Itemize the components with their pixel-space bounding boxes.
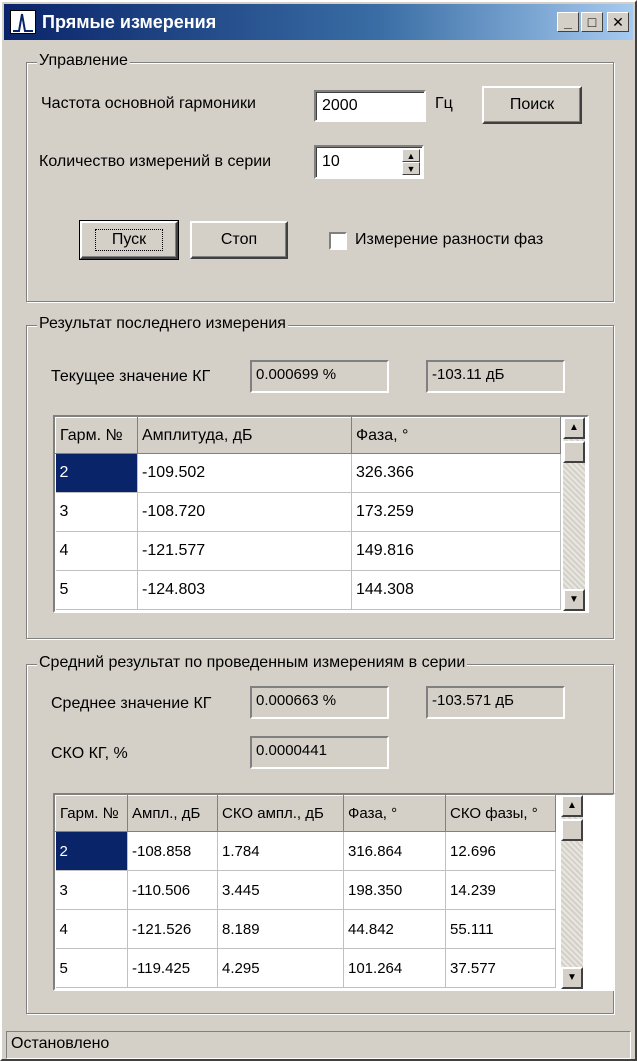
- phase-difference-checkbox[interactable]: [329, 232, 347, 250]
- table-cell[interactable]: -121.577: [137, 531, 352, 571]
- last-harmonics-table[interactable]: Гарм. № Амплитуда, дБ Фаза, ° 2 -109.502…: [53, 415, 589, 613]
- current-kg-percent: 0.000699 %: [250, 360, 389, 393]
- table-row[interactable]: 5 -124.803 144.308: [55, 570, 561, 610]
- search-button[interactable]: Поиск: [482, 86, 582, 124]
- title-bar[interactable]: Прямые измерения _ □ ✕: [4, 4, 633, 40]
- table-cell[interactable]: -108.858: [127, 831, 218, 871]
- window-title: Прямые измерения: [42, 12, 217, 32]
- table-cell[interactable]: 12.696: [445, 831, 556, 871]
- last-measurement-legend: Результат последнего измерения: [37, 315, 288, 333]
- table-cell[interactable]: 4: [55, 909, 128, 949]
- series-count-label: Количество измерений в серии: [39, 153, 272, 170]
- scroll-up-icon[interactable]: ▲: [563, 417, 585, 439]
- column-header[interactable]: Фаза, °: [343, 795, 446, 832]
- status-text: Остановлено: [11, 1035, 110, 1052]
- spin-down-icon[interactable]: ▼: [402, 162, 420, 175]
- scroll-up-icon[interactable]: ▲: [561, 795, 583, 817]
- table-cell[interactable]: -109.502: [137, 453, 352, 493]
- sko-kg-label: СКО КГ, %: [51, 745, 128, 762]
- table-cell[interactable]: 316.864: [343, 831, 446, 871]
- table-cell[interactable]: 3: [55, 870, 128, 910]
- table-cell[interactable]: 14.239: [445, 870, 556, 910]
- phase-difference-label: Измерение разности фаз: [355, 231, 544, 248]
- table-cell[interactable]: 44.842: [343, 909, 446, 949]
- column-header[interactable]: СКО ампл., дБ: [217, 795, 344, 832]
- table-cell[interactable]: 5: [55, 570, 138, 610]
- table-row[interactable]: 2 -109.502 326.366: [55, 453, 561, 493]
- last-measurement-group: Результат последнего измерения Текущее з…: [26, 315, 614, 639]
- table-cell[interactable]: 8.189: [217, 909, 344, 949]
- control-group: Управление Частота основной гармоники Гц…: [26, 52, 614, 302]
- table-cell[interactable]: 198.350: [343, 870, 446, 910]
- table-cell[interactable]: -124.803: [137, 570, 352, 610]
- table-cell[interactable]: 2: [55, 453, 138, 493]
- table-row[interactable]: 4 -121.577 149.816: [55, 531, 561, 571]
- spin-up-icon[interactable]: ▲: [402, 149, 420, 162]
- table-cell[interactable]: 101.264: [343, 948, 446, 988]
- table-cell[interactable]: 149.816: [351, 531, 561, 571]
- table-cell[interactable]: 2: [55, 831, 128, 871]
- column-header[interactable]: Гарм. №: [55, 795, 128, 832]
- table-row[interactable]: 3 -108.720 173.259: [55, 492, 561, 532]
- start-button[interactable]: Пуск: [79, 220, 179, 260]
- last-table-scrollbar[interactable]: ▲ ▼: [563, 417, 585, 611]
- column-header[interactable]: Гарм. №: [55, 417, 138, 454]
- start-button-label: Пуск: [94, 229, 164, 251]
- table-row[interactable]: 3 -110.506 3.445 198.350 14.239: [55, 870, 556, 910]
- minimize-button[interactable]: _: [557, 12, 579, 32]
- average-table-scrollbar[interactable]: ▲ ▼: [561, 795, 583, 989]
- column-header[interactable]: Ампл., дБ: [127, 795, 218, 832]
- table-header-row: Гарм. № Ампл., дБ СКО ампл., дБ Фаза, ° …: [55, 795, 556, 832]
- table-header-row: Гарм. № Амплитуда, дБ Фаза, °: [55, 417, 561, 454]
- scroll-thumb[interactable]: [561, 819, 583, 841]
- status-bar: Остановлено: [6, 1031, 631, 1059]
- main-window: Прямые измерения _ □ ✕ Управление Частот…: [0, 0, 637, 1061]
- close-button[interactable]: ✕: [607, 12, 629, 32]
- current-kg-label: Текущее значение КГ: [51, 368, 211, 385]
- average-kg-db: -103.571 дБ: [426, 686, 565, 719]
- current-kg-db: -103.11 дБ: [426, 360, 565, 393]
- table-cell[interactable]: -119.425: [127, 948, 218, 988]
- app-logo-icon: [10, 10, 36, 34]
- sko-kg-value: 0.0000441: [250, 736, 389, 769]
- table-cell[interactable]: -110.506: [127, 870, 218, 910]
- frequency-unit: Гц: [435, 95, 453, 112]
- table-cell[interactable]: -108.720: [137, 492, 352, 532]
- table-cell[interactable]: 55.111: [445, 909, 556, 949]
- average-result-group: Средний результат по проведенным измерен…: [26, 654, 615, 1014]
- table-row[interactable]: 2 -108.858 1.784 316.864 12.696: [55, 831, 556, 871]
- table-cell[interactable]: 3: [55, 492, 138, 532]
- scroll-down-icon[interactable]: ▼: [561, 967, 583, 989]
- table-cell[interactable]: 4.295: [217, 948, 344, 988]
- table-cell[interactable]: 173.259: [351, 492, 561, 532]
- maximize-button[interactable]: □: [581, 12, 603, 32]
- column-header[interactable]: Амплитуда, дБ: [137, 417, 352, 454]
- average-result-legend: Средний результат по проведенным измерен…: [37, 654, 468, 672]
- table-cell[interactable]: 326.366: [351, 453, 561, 493]
- table-cell[interactable]: 4: [55, 531, 138, 571]
- column-header[interactable]: СКО фазы, °: [445, 795, 556, 832]
- table-cell[interactable]: -121.526: [127, 909, 218, 949]
- table-cell[interactable]: 1.784: [217, 831, 344, 871]
- scroll-thumb[interactable]: [563, 441, 585, 463]
- stop-button[interactable]: Стоп: [190, 221, 288, 259]
- average-kg-label: Среднее значение КГ: [51, 695, 212, 712]
- table-row[interactable]: 5 -119.425 4.295 101.264 37.577: [55, 948, 556, 988]
- average-harmonics-table[interactable]: Гарм. № Ампл., дБ СКО ампл., дБ Фаза, ° …: [53, 793, 615, 991]
- average-kg-percent: 0.000663 %: [250, 686, 389, 719]
- table-cell[interactable]: 144.308: [351, 570, 561, 610]
- table-cell[interactable]: 37.577: [445, 948, 556, 988]
- frequency-input[interactable]: [314, 90, 426, 122]
- table-cell[interactable]: 3.445: [217, 870, 344, 910]
- scroll-down-icon[interactable]: ▼: [563, 589, 585, 611]
- table-row[interactable]: 4 -121.526 8.189 44.842 55.111: [55, 909, 556, 949]
- column-header[interactable]: Фаза, °: [351, 417, 561, 454]
- table-cell[interactable]: 5: [55, 948, 128, 988]
- control-group-legend: Управление: [37, 52, 130, 70]
- frequency-label: Частота основной гармоники: [41, 95, 256, 112]
